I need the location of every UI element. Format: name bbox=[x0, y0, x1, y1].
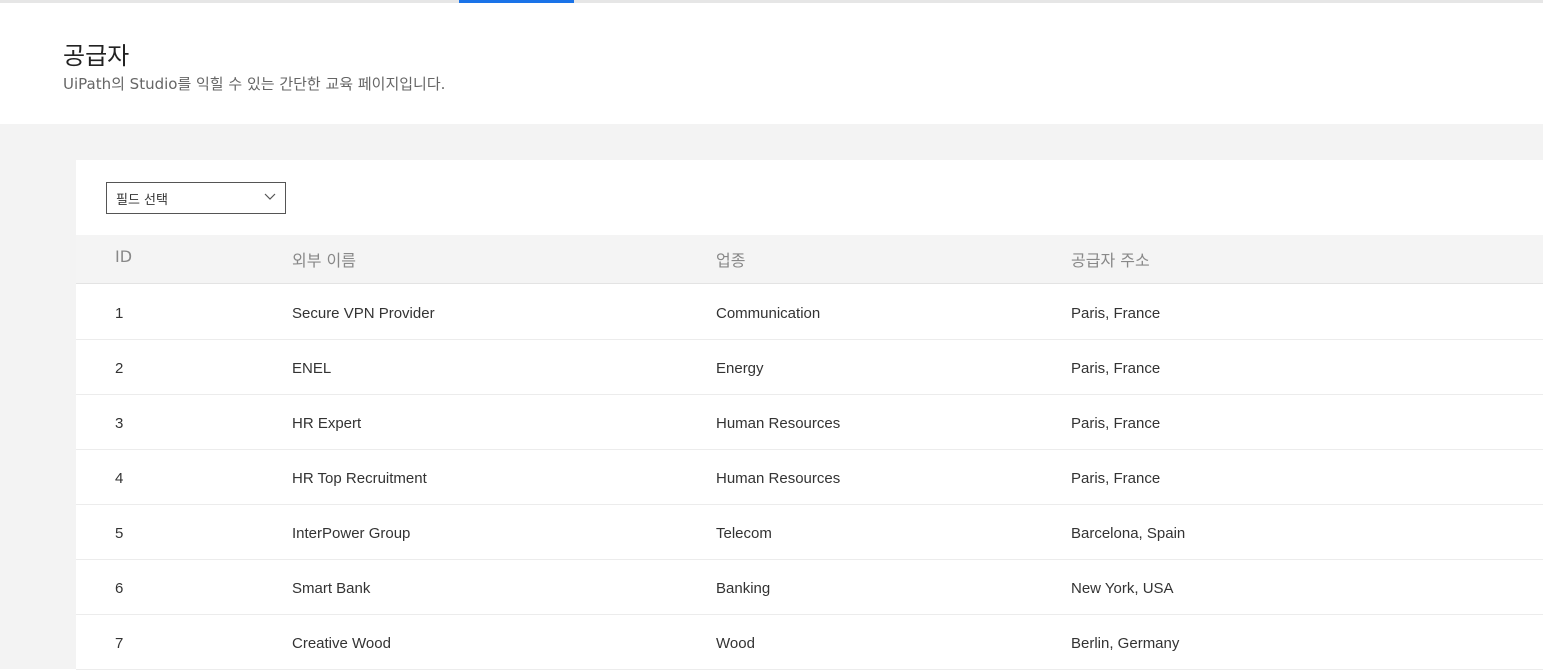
table-header: ID 외부 이름 업종 공급자 주소 bbox=[76, 235, 1543, 284]
page-subtitle: UiPath의 Studio를 익힐 수 있는 간단한 교육 페이지입니다. bbox=[63, 75, 446, 93]
cell-address: Paris, France bbox=[1071, 415, 1161, 432]
cell-name: ENEL bbox=[292, 360, 332, 377]
column-header-id[interactable]: ID bbox=[115, 247, 132, 266]
field-select-dropdown[interactable]: 필드 선택 bbox=[106, 182, 286, 214]
cell-address: Paris, France bbox=[1071, 360, 1161, 377]
table-row[interactable]: 6 Smart Bank Banking New York, USA bbox=[76, 560, 1543, 615]
cell-industry: Human Resources bbox=[716, 415, 841, 432]
table-row[interactable]: 7 Creative Wood Wood Berlin, Germany bbox=[76, 615, 1543, 670]
cell-name: HR Top Recruitment bbox=[292, 470, 427, 487]
cell-id: 3 bbox=[115, 415, 124, 432]
column-header-name[interactable]: 외부 이름 bbox=[292, 247, 356, 271]
cell-industry: Communication bbox=[716, 305, 821, 322]
table-row[interactable]: 3 HR Expert Human Resources Paris, Franc… bbox=[76, 395, 1543, 450]
cell-address: Barcelona, Spain bbox=[1071, 525, 1186, 542]
cell-industry: Human Resources bbox=[716, 470, 841, 487]
table-row[interactable]: 2 ENEL Energy Paris, France bbox=[76, 340, 1543, 395]
cell-address: Paris, France bbox=[1071, 470, 1161, 487]
column-header-address[interactable]: 공급자 주소 bbox=[1071, 247, 1150, 271]
cell-id: 1 bbox=[115, 305, 124, 322]
cell-industry: Energy bbox=[716, 360, 764, 377]
suppliers-panel: 필드 선택 ID 외부 이름 업종 공급자 주소 1 Secure VPN Pr… bbox=[76, 160, 1543, 670]
cell-id: 5 bbox=[115, 525, 124, 542]
table-row[interactable]: 1 Secure VPN Provider Communication Pari… bbox=[76, 285, 1543, 340]
cell-name: Smart Bank bbox=[292, 580, 371, 597]
cell-name: Creative Wood bbox=[292, 635, 391, 652]
cell-address: Berlin, Germany bbox=[1071, 635, 1180, 652]
cell-industry: Wood bbox=[716, 635, 755, 652]
cell-name: InterPower Group bbox=[292, 525, 411, 542]
cell-industry: Banking bbox=[716, 580, 771, 597]
page-header: 공급자 UiPath의 Studio를 익힐 수 있는 간단한 교육 페이지입니… bbox=[0, 3, 1543, 124]
page-title: 공급자 bbox=[63, 42, 130, 70]
cell-industry: Telecom bbox=[716, 525, 772, 542]
cell-id: 2 bbox=[115, 360, 124, 377]
field-select-label: 필드 선택 bbox=[116, 193, 168, 208]
cell-id: 4 bbox=[115, 470, 124, 487]
cell-name: Secure VPN Provider bbox=[292, 305, 435, 322]
chevron-down-icon bbox=[264, 193, 276, 200]
table-row[interactable]: 4 HR Top Recruitment Human Resources Par… bbox=[76, 450, 1543, 505]
cell-name: HR Expert bbox=[292, 415, 362, 432]
cell-id: 7 bbox=[115, 635, 124, 652]
cell-address: New York, USA bbox=[1071, 580, 1174, 597]
table-row[interactable]: 5 InterPower Group Telecom Barcelona, Sp… bbox=[76, 505, 1543, 560]
cell-id: 6 bbox=[115, 580, 124, 597]
cell-address: Paris, France bbox=[1071, 305, 1161, 322]
column-header-industry[interactable]: 업종 bbox=[716, 247, 745, 271]
